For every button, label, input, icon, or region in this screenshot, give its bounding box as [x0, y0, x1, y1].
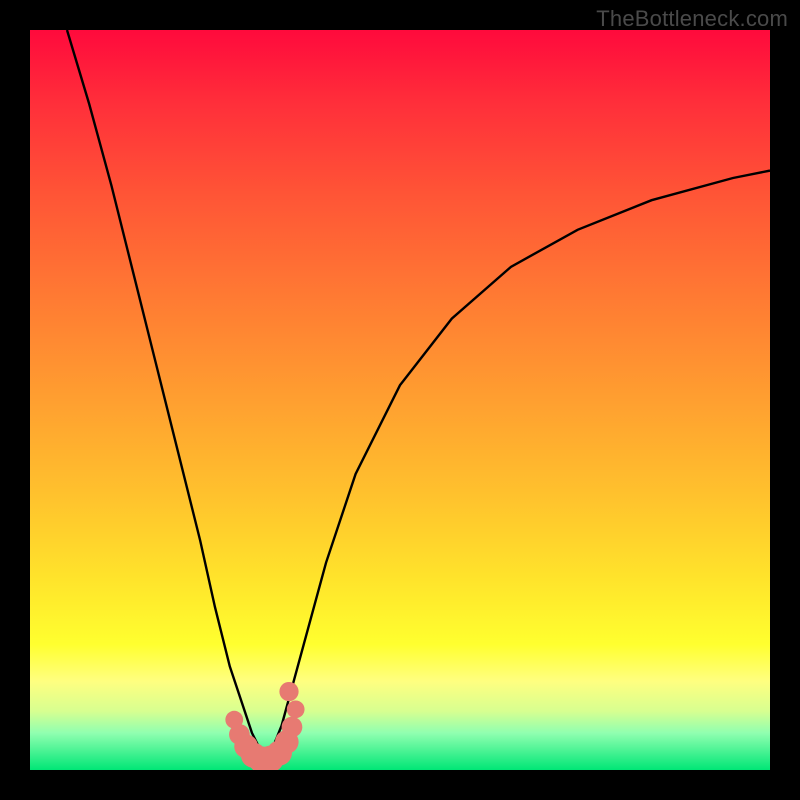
highlight-marker: [282, 717, 303, 738]
bottleneck-curve-left: [67, 30, 267, 763]
chart-frame: TheBottleneck.com: [0, 0, 800, 800]
curve-svg: [30, 30, 770, 770]
highlight-markers: [225, 682, 304, 770]
plot-area: [30, 30, 770, 770]
highlight-marker: [279, 682, 298, 701]
highlight-marker: [287, 700, 305, 718]
watermark-text: TheBottleneck.com: [596, 6, 788, 32]
bottleneck-curve-right: [267, 171, 770, 763]
